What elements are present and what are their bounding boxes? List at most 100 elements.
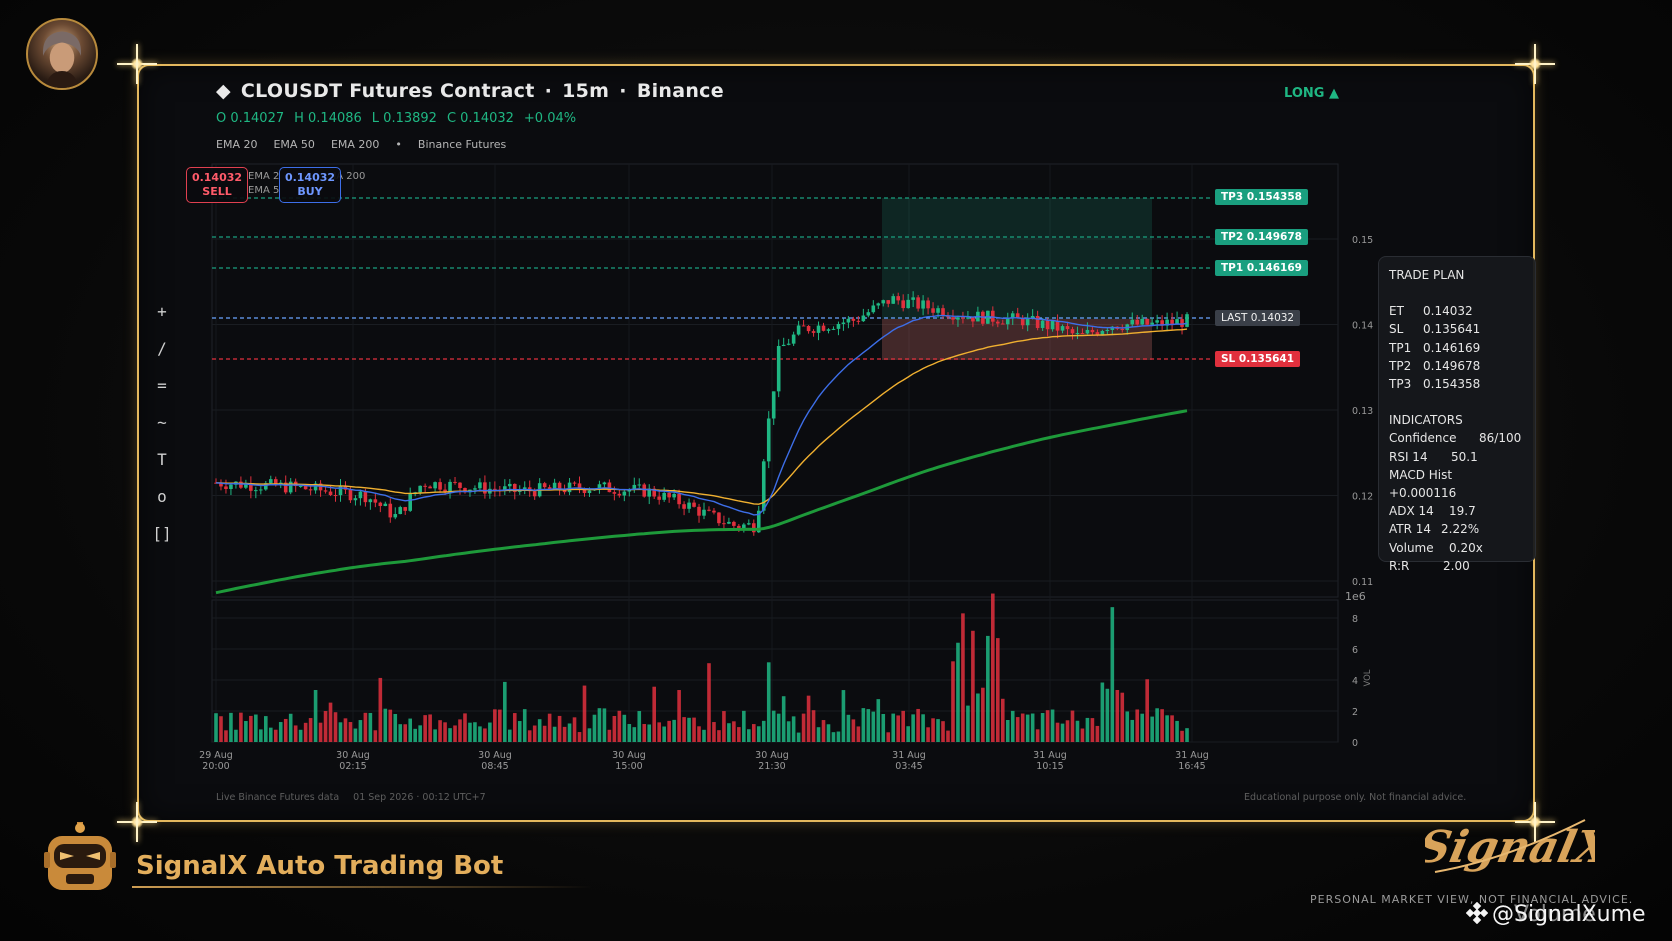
volume-bar bbox=[368, 712, 373, 742]
volume-bar bbox=[527, 730, 532, 742]
candle-body bbox=[333, 495, 338, 497]
time-axis-date: 30 Aug bbox=[478, 750, 512, 761]
volume-bar bbox=[657, 722, 661, 742]
volume-bar bbox=[886, 732, 891, 742]
volume-bar bbox=[219, 716, 223, 742]
candle-body bbox=[921, 300, 925, 309]
time-axis-time: 02:15 bbox=[339, 761, 366, 772]
volume-bar bbox=[1110, 607, 1115, 742]
sell-label: SELL bbox=[202, 185, 232, 198]
indicator-key: RSI 14 bbox=[1389, 449, 1428, 464]
candle-body bbox=[682, 504, 686, 509]
candle-body bbox=[642, 484, 647, 497]
candle-body bbox=[602, 482, 607, 485]
tp1-level-tag[interactable]: TP1 0.146169 bbox=[1215, 260, 1308, 276]
trade-zones bbox=[882, 198, 1152, 360]
binance-diamond-icon bbox=[1466, 902, 1488, 924]
candle-body bbox=[821, 325, 826, 331]
volume-bar bbox=[1035, 729, 1040, 742]
candle-body bbox=[931, 308, 935, 313]
volume-bar bbox=[1155, 708, 1159, 742]
volume-bar bbox=[488, 722, 492, 742]
volume-bar bbox=[318, 722, 323, 742]
candle-body bbox=[428, 486, 432, 489]
sl-level-tag[interactable]: SL 0.135641 bbox=[1215, 351, 1301, 367]
volume-bar bbox=[338, 722, 343, 742]
indicator-row-volume: Volume 0.20x bbox=[1389, 539, 1525, 557]
volume-bar bbox=[856, 726, 861, 742]
volume-bar bbox=[229, 712, 233, 742]
candle-body bbox=[961, 317, 965, 319]
volume-bar bbox=[313, 689, 318, 742]
candle-body bbox=[567, 482, 572, 493]
plan-row-sl: SL 0.135641 bbox=[1389, 320, 1525, 338]
candle-body bbox=[742, 524, 746, 529]
volume-bar bbox=[333, 712, 338, 742]
candle-body bbox=[1085, 329, 1090, 334]
tp2-level-tag[interactable]: TP2 0.149678 bbox=[1215, 229, 1308, 245]
candle-body bbox=[1030, 316, 1035, 318]
candle-body bbox=[1050, 320, 1055, 330]
sell-button[interactable]: 0.14032 SELL bbox=[186, 167, 248, 203]
volume-bar bbox=[637, 711, 642, 742]
volume-bar bbox=[592, 714, 597, 742]
volume-bar bbox=[443, 722, 447, 742]
volume-bar bbox=[811, 710, 816, 742]
indicator-key: MACD Hist bbox=[1389, 467, 1453, 482]
volume-bar bbox=[717, 730, 721, 742]
candle-body bbox=[751, 523, 756, 533]
candle-body bbox=[393, 514, 398, 518]
candle-body bbox=[1185, 314, 1189, 327]
plan-key: ET bbox=[1389, 304, 1404, 319]
candle-body bbox=[254, 490, 258, 492]
time-axis-date: 29 Aug bbox=[199, 750, 233, 761]
candle-body bbox=[458, 482, 462, 489]
candle-body bbox=[358, 491, 363, 499]
volume-bar bbox=[418, 725, 422, 742]
indicator-row-atr: ATR 14 2.22% bbox=[1389, 520, 1525, 538]
volume-bar bbox=[986, 635, 990, 742]
price-panel-border bbox=[211, 163, 1339, 598]
time-axis-date: 30 Aug bbox=[336, 750, 370, 761]
volume-bar bbox=[552, 726, 557, 742]
indicator-row-adx: ADX 14 19.7 bbox=[1389, 502, 1525, 520]
candle-body bbox=[448, 481, 452, 492]
volume-bar bbox=[1055, 722, 1060, 742]
tp3-level-tag[interactable]: TP3 0.154358 bbox=[1215, 189, 1308, 205]
candle-body bbox=[801, 325, 806, 327]
volume-bar bbox=[722, 711, 726, 742]
volume-bar bbox=[1120, 692, 1125, 742]
indicator-row-macd: MACD Hist +0.000116 bbox=[1389, 466, 1525, 502]
candle-body bbox=[438, 482, 442, 490]
volume-bar bbox=[642, 724, 647, 742]
volume-bar bbox=[906, 726, 910, 742]
candle-body bbox=[348, 489, 353, 501]
robot-logo-icon bbox=[44, 822, 116, 890]
volume-bar bbox=[1045, 710, 1050, 742]
time-axis-time: 20:00 bbox=[202, 761, 229, 772]
volume-bar bbox=[771, 710, 776, 742]
volume-bar bbox=[627, 724, 632, 742]
candle-body bbox=[707, 509, 711, 511]
volume-bar bbox=[831, 732, 836, 742]
buy-button[interactable]: 0.14032 BUY bbox=[279, 167, 341, 203]
volume-bar bbox=[647, 724, 652, 742]
volume-bar bbox=[273, 729, 278, 742]
price-axis-label: 0.11 bbox=[1352, 577, 1373, 588]
volume-bar bbox=[1010, 710, 1015, 742]
candle-body bbox=[851, 318, 856, 321]
volume-bar bbox=[1030, 713, 1035, 742]
candle-body bbox=[786, 343, 791, 345]
volume-bar bbox=[702, 729, 706, 742]
volume-bar bbox=[826, 724, 831, 742]
volume-bar bbox=[1005, 719, 1010, 742]
volume-bar bbox=[453, 725, 457, 742]
volume-bar bbox=[727, 723, 731, 742]
watermark: @SignalXume @Volume bbox=[1466, 902, 1646, 927]
candle-body bbox=[1015, 313, 1020, 318]
indicator-value: 2.22% bbox=[1441, 522, 1480, 537]
volume-bar bbox=[473, 722, 477, 742]
sell-price: 0.14032 bbox=[191, 171, 243, 184]
candle-body bbox=[796, 325, 801, 335]
candle-body bbox=[1095, 332, 1100, 335]
